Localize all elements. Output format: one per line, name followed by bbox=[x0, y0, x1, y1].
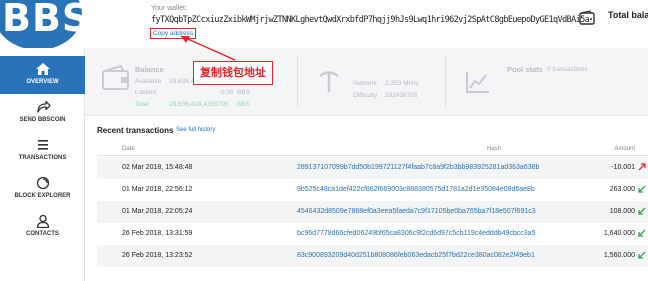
pickaxe-icon bbox=[319, 71, 339, 92]
difficulty-label: Difficulty bbox=[353, 92, 378, 99]
sidebar-item-label: CONTACTS bbox=[26, 231, 59, 237]
total-value: 29,636,418,4356795 bbox=[169, 101, 229, 108]
table-row[interactable]: 26 Feb 2018, 13:31:59 bc96d7778d66cfed06… bbox=[97, 223, 648, 245]
difficulty-value: 282438705 bbox=[385, 92, 418, 99]
wallet-label: Your wallet: bbox=[151, 5, 187, 12]
wallet-icon bbox=[579, 10, 595, 25]
column-header-amount[interactable]: Amount bbox=[614, 146, 635, 152]
tx-date: 01 Mar 2018, 22:56:12 bbox=[122, 186, 193, 193]
app-logo: BBS bbox=[0, 0, 85, 48]
logo-text: BBS bbox=[2, 0, 85, 40]
home-icon bbox=[35, 63, 50, 75]
tx-date: 02 Mar 2018, 15:48:48 bbox=[122, 164, 193, 171]
sidebar-item-transactions[interactable]: TRANSACTIONS bbox=[0, 132, 85, 170]
tx-amount: 263.000 bbox=[609, 186, 635, 193]
pool-stats-title: Pool stats bbox=[507, 65, 543, 74]
list-icon bbox=[37, 140, 48, 150]
recent-transactions-title: Recent transactions bbox=[97, 126, 174, 135]
incoming-arrow-icon bbox=[638, 185, 646, 193]
explorer-icon bbox=[36, 176, 49, 190]
sidebar-item-block-explorer[interactable]: BLOCK EXPLORER bbox=[0, 170, 85, 208]
column-header-date[interactable]: Date bbox=[122, 146, 135, 152]
incoming-arrow-icon bbox=[638, 251, 646, 259]
tx-amount: -10.001 bbox=[611, 164, 635, 171]
user-icon bbox=[36, 214, 49, 228]
incoming-arrow-icon bbox=[638, 207, 646, 215]
chart-icon bbox=[466, 72, 489, 93]
incoming-arrow-icon bbox=[638, 229, 646, 237]
pool-stats-value: 0 transactions bbox=[547, 66, 588, 73]
outgoing-arrow-icon bbox=[638, 163, 646, 171]
table-row[interactable]: 02 Mar 2018, 15:48:48 289137107099b7dd50… bbox=[97, 157, 648, 179]
send-icon bbox=[36, 100, 51, 113]
tx-amount: 1,640.000 bbox=[603, 230, 635, 237]
tx-hash-link[interactable]: bc96d7778d66cfed06249bf65ca8306c9f2cd6d9… bbox=[297, 230, 535, 237]
tx-hash-link[interactable]: 4546432d8509e7868ef0a3eea5faeda7c9f17105… bbox=[297, 208, 536, 215]
sidebar-item-send[interactable]: SEND BBSCOIN bbox=[0, 94, 85, 132]
total-unit: BBS bbox=[237, 101, 251, 108]
sidebar-item-contacts[interactable]: CONTACTS bbox=[0, 208, 85, 246]
column-header-hash[interactable]: Hash bbox=[487, 146, 501, 152]
tx-date: 01 Mar 2018, 22:05:24 bbox=[122, 208, 193, 215]
sidebar-item-label: BLOCK EXPLORER bbox=[14, 193, 71, 199]
locked-label: Locked bbox=[135, 89, 156, 96]
wallet-address[interactable]: fyTXQqbTpZCcxiuzZxibkWMjrjwZTNNKLghevtQw… bbox=[151, 15, 590, 25]
sidebar-item-label: TRANSACTIONS bbox=[18, 155, 67, 161]
network-label: Network bbox=[353, 80, 377, 87]
tx-date: 26 Feb 2018, 13:31:59 bbox=[122, 230, 193, 237]
total-label: Total bbox=[135, 101, 149, 108]
available-label: Available bbox=[135, 78, 162, 85]
see-full-history-link[interactable]: See full history bbox=[176, 127, 215, 133]
divider bbox=[445, 56, 446, 108]
tx-hash-link[interactable]: 9b525c48ca1def422cf862f669003c888380575d… bbox=[297, 186, 535, 193]
balance-title: Balance bbox=[135, 65, 164, 74]
network-value: 2.353 MH/s bbox=[385, 80, 419, 87]
total-balance-label: Total balar bbox=[608, 10, 648, 20]
divider bbox=[297, 56, 298, 108]
tx-amount: 108.000 bbox=[609, 208, 635, 215]
locked-unit: BBS bbox=[237, 89, 251, 96]
tx-hash-link[interactable]: 83c900893209d40d251b808086feb063edacb25f… bbox=[297, 252, 535, 259]
sidebar: BBS OVERVIEW SEND BBSCOIN TRANSACTIONS B… bbox=[0, 0, 85, 281]
table-row[interactable]: 01 Mar 2018, 22:56:12 9b525c48ca1def422c… bbox=[97, 179, 648, 201]
table-header: Date Hash Amount bbox=[97, 144, 648, 156]
sidebar-item-label: SEND BBSCOIN bbox=[19, 117, 66, 123]
sidebar-item-overview[interactable]: OVERVIEW bbox=[0, 56, 85, 94]
tx-date: 26 Feb 2018, 13:23:52 bbox=[122, 252, 193, 259]
header: Your wallet: fyTXQqbTpZCcxiuzZxibkWMjrjw… bbox=[85, 0, 648, 48]
stats-panel: Balance Available 29,636,418,4356795 Loc… bbox=[85, 48, 648, 116]
table-row[interactable]: 01 Mar 2018, 22:05:24 4546432d8509e7868e… bbox=[97, 201, 648, 223]
balance-wallet-icon bbox=[102, 64, 129, 90]
annotation-label: 复制钱包地址 bbox=[193, 61, 273, 85]
tx-amount: 1,560.000 bbox=[603, 252, 635, 259]
tx-hash-link[interactable]: 289137107099b7dd50b199721127f4faab7c8a9f… bbox=[297, 164, 539, 171]
locked-value: 0.00 bbox=[221, 89, 234, 96]
sidebar-item-label: OVERVIEW bbox=[26, 79, 59, 85]
table-row[interactable]: 26 Feb 2018, 13:23:52 83c900893209d40d25… bbox=[97, 245, 648, 267]
